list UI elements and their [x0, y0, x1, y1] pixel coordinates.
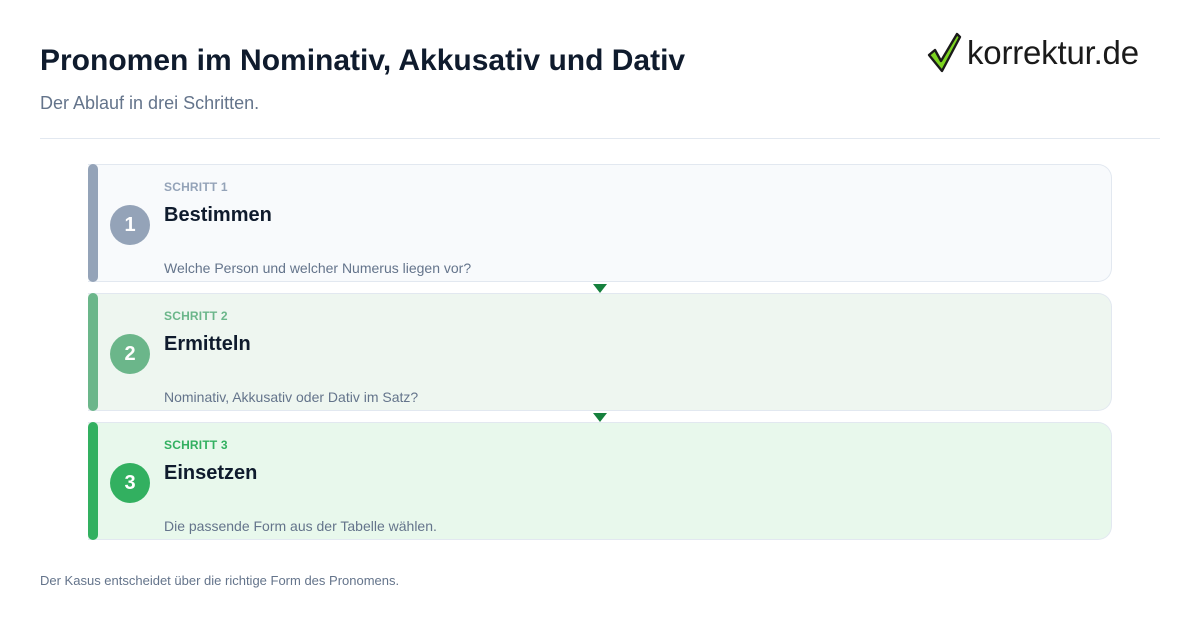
brand-logo[interactable]: korrektur.de: [926, 30, 1139, 74]
step-connector-arrow: [593, 284, 607, 293]
step-title: Ermitteln: [164, 333, 251, 355]
step-card-1: 1 SCHRITT 1 Bestimmen Welche Person und …: [88, 164, 1112, 282]
step-card-2: 2 SCHRITT 2 Ermitteln Nominativ, Akkusat…: [88, 293, 1112, 411]
step-kicker: SCHRITT 2: [164, 309, 228, 323]
step-accent-bar: [88, 164, 98, 282]
header-divider: [40, 138, 1160, 139]
page-title: Pronomen im Nominativ, Akkusativ und Dat…: [40, 44, 686, 77]
page-subtitle: Der Ablauf in drei Schritten.: [40, 93, 260, 113]
step-description: Die passende Form aus der Tabelle wählen…: [164, 518, 437, 534]
step-number-badge: 3: [110, 463, 150, 503]
logo-text: korrektur.de: [967, 33, 1139, 71]
step-number-badge: 1: [110, 205, 150, 245]
step-title: Einsetzen: [164, 462, 258, 484]
step-accent-bar: [88, 293, 98, 411]
step-description: Nominativ, Akkusativ oder Dativ im Satz?: [164, 389, 419, 405]
step-title: Bestimmen: [164, 204, 272, 226]
step-kicker: SCHRITT 1: [164, 180, 228, 194]
step-card-3: 3 SCHRITT 3 Einsetzen Die passende Form …: [88, 422, 1112, 540]
footer-note: Der Kasus entscheidet über die richtige …: [40, 573, 400, 588]
check-icon: [927, 32, 962, 73]
step-connector-arrow: [593, 413, 607, 422]
step-kicker: SCHRITT 3: [164, 438, 228, 452]
step-number-badge: 2: [110, 334, 150, 374]
step-description: Welche Person und welcher Numerus liegen…: [164, 260, 472, 276]
step-accent-bar: [88, 422, 98, 540]
